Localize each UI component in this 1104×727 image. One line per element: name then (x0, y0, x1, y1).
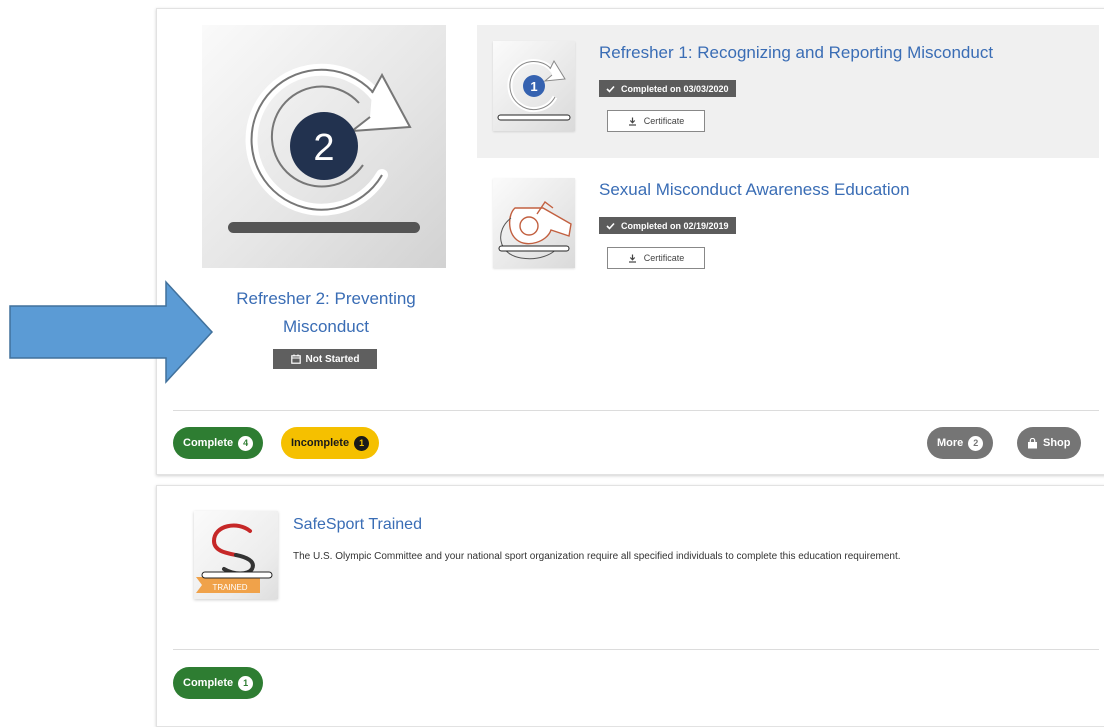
safesport-logo-icon: TRAINED (196, 523, 273, 593)
calendar-icon (290, 354, 301, 364)
complete-filter-button[interactable]: Complete 1 (173, 667, 264, 699)
featured-course-thumbnail[interactable]: 2 (202, 25, 446, 268)
certificate-label: Certificate (643, 116, 685, 126)
callout-arrow-icon (9, 280, 214, 384)
safesport-description: The U.S. Olympic Committee and your nati… (293, 551, 901, 562)
more-button[interactable]: More 2 (927, 427, 994, 459)
divider (173, 649, 1099, 650)
status-badge: Completed on 03/03/2020 (599, 80, 736, 97)
divider (173, 410, 1099, 411)
shopping-bag-icon (1028, 437, 1037, 448)
filter-label: Complete (183, 437, 234, 449)
count-badge: 1 (354, 435, 370, 451)
refresh-icon: 1 (497, 59, 571, 121)
certificate-label: Certificate (643, 253, 685, 263)
incomplete-filter-button[interactable]: Incomplete 1 (281, 427, 380, 459)
more-label: More (937, 437, 964, 449)
count-badge: 4 (238, 435, 254, 451)
progress-bar (228, 222, 420, 233)
download-icon (628, 117, 636, 126)
course-thumbnail[interactable]: 1 (493, 41, 575, 131)
count-badge: 2 (968, 435, 984, 451)
progress-bar (498, 245, 570, 252)
shop-label: Shop (1043, 437, 1071, 449)
status-badge: Not Started (273, 349, 377, 369)
course-row: 1 Refresher 1: Recognizing and Reporting… (477, 25, 1099, 158)
download-icon (628, 254, 636, 263)
certificate-button[interactable]: Certificate (607, 247, 705, 269)
filter-label: Incomplete (291, 437, 350, 449)
status-label: Completed on 02/19/2019 (621, 220, 729, 231)
status-badge: Completed on 02/19/2019 (599, 217, 736, 234)
course-title[interactable]: Refresher 1: Recognizing and Reporting M… (599, 43, 993, 63)
safesport-card: TRAINED SafeSport Trained The U.S. Olymp… (156, 485, 1104, 727)
svg-text:2: 2 (313, 127, 334, 169)
status-label: Not Started (305, 353, 360, 365)
course-title[interactable]: Sexual Misconduct Awareness Education (599, 180, 910, 200)
filter-label: Complete (183, 677, 234, 689)
course-thumbnail[interactable] (493, 178, 575, 268)
safesport-title[interactable]: SafeSport Trained (293, 516, 422, 534)
status-label: Completed on 03/03/2020 (621, 83, 729, 94)
refresh-icon: 2 (228, 63, 420, 233)
count-badge: 1 (238, 675, 254, 691)
certificate-button[interactable]: Certificate (607, 110, 705, 132)
featured-course-title[interactable]: Refresher 2: Preventing Misconduct (201, 285, 451, 341)
progress-bar (201, 571, 273, 579)
shop-button[interactable]: Shop (1017, 427, 1081, 459)
svg-text:1: 1 (530, 79, 537, 94)
svg-text:TRAINED: TRAINED (212, 583, 247, 592)
complete-filter-button[interactable]: Complete 4 (173, 427, 264, 459)
course-row: Sexual Misconduct Awareness Education Co… (477, 162, 1099, 295)
safesport-thumbnail[interactable]: TRAINED (194, 511, 278, 599)
course-group-card: 2 Refresher 2: Preventing Misconduct Not… (156, 8, 1104, 475)
checkmark-icon (606, 85, 615, 93)
checkmark-icon (606, 222, 615, 230)
whistle-icon (498, 200, 572, 260)
progress-bar (497, 114, 571, 121)
